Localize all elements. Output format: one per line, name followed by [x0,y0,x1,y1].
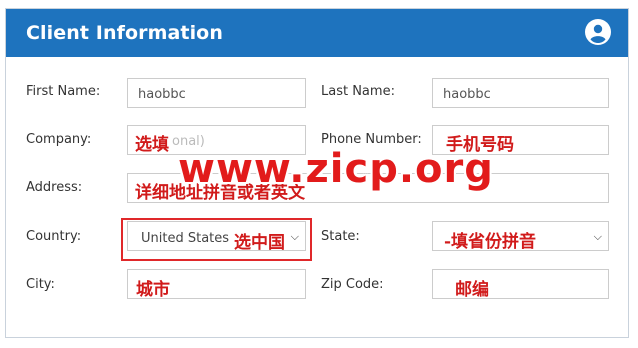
zip-label: Zip Code: [321,277,384,292]
last-name-value: haobbc [443,87,491,102]
city-note: 城市 [136,280,170,300]
state-note: -填省份拼音 [444,232,537,252]
country-label: Country: [26,229,82,244]
address-label: Address: [26,180,83,195]
company-label: Company: [26,132,92,147]
user-circle-icon[interactable] [585,19,611,45]
panel-header: Client Information [6,9,628,57]
panel-title: Client Information [26,22,223,44]
city-label: City: [26,277,55,292]
zip-note: 邮编 [455,280,489,300]
last-name-field[interactable]: haobbc [432,78,609,108]
phone-label: Phone Number: [321,132,422,147]
first-name-field[interactable]: haobbc [127,78,306,108]
state-label: State: [321,229,360,244]
last-name-label: Last Name: [321,84,395,99]
first-name-value: haobbc [138,87,186,102]
chevron-down-icon: ⌵ [593,230,602,243]
country-highlight [121,218,312,261]
first-name-label: First Name: [26,84,101,99]
watermark-text: www.zicp.org [178,146,494,192]
company-note: 选填 [135,135,169,155]
